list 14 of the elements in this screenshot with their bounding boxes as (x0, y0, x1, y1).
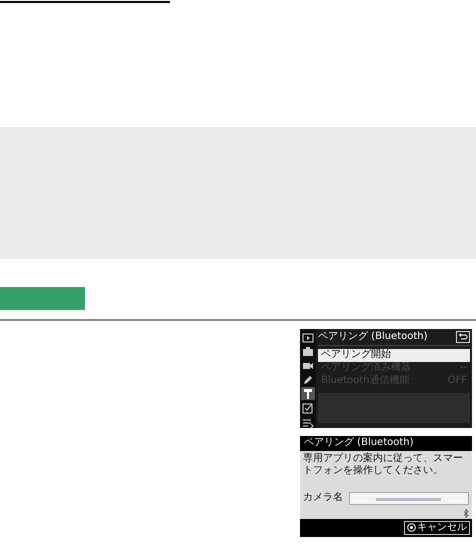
checklist-icon[interactable] (302, 402, 314, 414)
bluetooth-icon (463, 508, 469, 518)
pencil-icon[interactable] (302, 374, 314, 386)
dialog-message: 専用アプリの案内に従って、スマートフォンを操作してください。 (303, 452, 464, 478)
menu-item[interactable]: ペアリング開始 (318, 348, 470, 362)
camera-icon[interactable] (302, 346, 314, 358)
field-label: カメラ名 (303, 492, 343, 504)
menu-title: ペアリング (Bluetooth) (318, 331, 428, 344)
dialog-title: ペアリング (Bluetooth) (303, 436, 415, 450)
dial-icon (407, 523, 416, 532)
return-icon[interactable] (456, 331, 470, 344)
camera-name-field[interactable] (349, 492, 469, 504)
play-icon[interactable] (302, 332, 314, 344)
cancel-button[interactable]: キャンセル (404, 520, 470, 534)
